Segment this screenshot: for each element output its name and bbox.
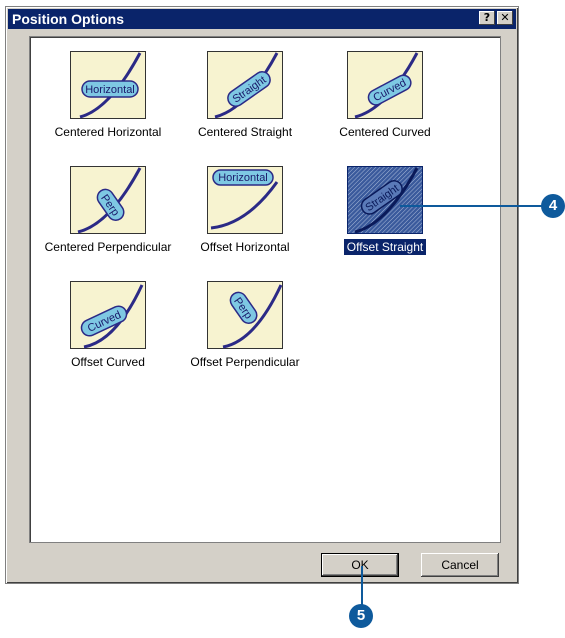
option-label-selected: Offset Straight <box>310 238 460 256</box>
option-label: Centered Curved <box>339 125 431 139</box>
thumb-text: Horizontal <box>85 84 135 96</box>
callout-line-5 <box>361 566 363 606</box>
thumb-text: Horizontal <box>218 172 268 184</box>
option-label: Centered Perpendicular <box>44 240 172 254</box>
ok-button[interactable]: OK <box>321 553 399 577</box>
offset-curved-icon: Curved <box>70 281 146 349</box>
centered-horizontal-icon: Horizontal <box>70 51 146 119</box>
offset-perpendicular-icon: Perp <box>207 281 283 349</box>
help-button[interactable]: ? <box>479 11 495 25</box>
option-centered-straight[interactable]: Straight Centered Straight <box>170 47 320 157</box>
callout-line-4 <box>400 205 550 207</box>
option-offset-horizontal[interactable]: Horizontal Offset Horizontal <box>170 162 320 272</box>
step-callout-4: 4 <box>541 194 565 218</box>
option-label: Offset Horizontal <box>200 240 290 254</box>
option-offset-curved[interactable]: Curved Offset Curved <box>33 277 183 387</box>
option-centered-horizontal[interactable]: Horizontal Centered Horizontal <box>33 47 183 157</box>
centered-curved-icon: Curved <box>347 51 423 119</box>
option-label: Offset Curved <box>71 355 145 369</box>
position-options-list[interactable]: Horizontal Centered Horizontal Straight … <box>29 36 501 543</box>
option-label: Centered Horizontal <box>54 125 162 139</box>
option-label: Offset Perpendicular <box>190 355 300 369</box>
option-centered-perpendicular[interactable]: Perp Centered Perpendicular <box>33 162 183 272</box>
offset-straight-icon: Straight <box>347 166 423 234</box>
position-options-dialog: Position Options ? ✕ Horizontal Centered… <box>5 6 519 584</box>
offset-horizontal-icon: Horizontal <box>207 166 283 234</box>
cancel-button[interactable]: Cancel <box>421 553 499 577</box>
option-label: Centered Straight <box>197 125 293 139</box>
title-bar: Position Options ? ✕ <box>8 9 516 29</box>
centered-perpendicular-icon: Perp <box>70 166 146 234</box>
centered-straight-icon: Straight <box>207 51 283 119</box>
dialog-title: Position Options <box>12 11 124 27</box>
step-callout-5: 5 <box>349 604 373 628</box>
option-centered-curved[interactable]: Curved Centered Curved <box>310 47 460 157</box>
option-offset-straight[interactable]: Straight Offset Straight <box>310 162 460 272</box>
option-offset-perpendicular[interactable]: Perp Offset Perpendicular <box>170 277 320 387</box>
close-button[interactable]: ✕ <box>497 11 513 25</box>
